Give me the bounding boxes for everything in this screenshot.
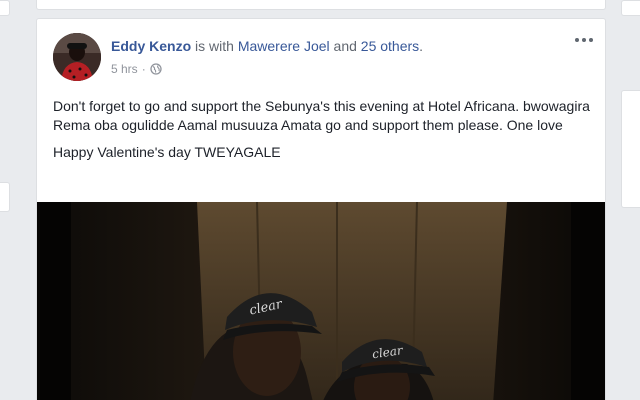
post-paragraph: Happy Valentine's day TWEYAGALE [53, 144, 281, 160]
post-paragraph: Don't forget to go and support the Sebun… [53, 98, 590, 133]
tagged-person-link[interactable]: Mawerere Joel [238, 38, 330, 54]
feed-post: Eddy Kenzo is with Mawerere Joel and 25 … [36, 18, 606, 400]
photo-image: clear clear [37, 202, 605, 400]
left-card-stub [0, 0, 10, 16]
post-body: Don't forget to go and support the Sebun… [53, 97, 593, 170]
post-header: Eddy Kenzo is with Mawerere Joel and 25 … [111, 38, 423, 54]
author-avatar[interactable] [53, 33, 101, 81]
previous-post-card [36, 0, 606, 10]
globe-icon[interactable] [150, 63, 162, 75]
post-timestamp[interactable]: 5 hrs [111, 62, 138, 76]
right-card-stub [621, 90, 640, 208]
avatar-image [53, 33, 101, 81]
left-card-stub [0, 182, 10, 212]
with-text: is with [191, 38, 238, 54]
post-meta: 5 hrs · [111, 62, 162, 76]
left-rail [0, 0, 18, 400]
right-rail [621, 0, 640, 400]
author-name-link[interactable]: Eddy Kenzo [111, 38, 191, 54]
meta-separator: · [141, 62, 146, 76]
and-text: and [329, 38, 361, 54]
others-link[interactable]: 25 others [361, 38, 419, 54]
post-photo[interactable]: clear clear [37, 202, 605, 400]
right-card-stub [621, 0, 640, 16]
period-text: . [419, 38, 424, 54]
more-options-icon[interactable] [573, 33, 595, 47]
